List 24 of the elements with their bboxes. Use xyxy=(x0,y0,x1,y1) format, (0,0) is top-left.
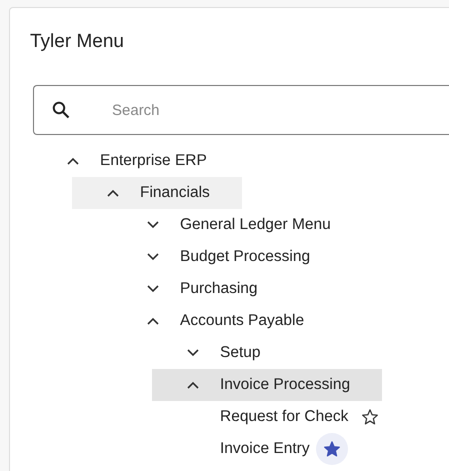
chevron-icon xyxy=(147,253,159,261)
chevron-icon xyxy=(67,157,79,165)
tree-item[interactable]: Setup xyxy=(152,337,293,369)
filled-star-icon xyxy=(322,440,341,458)
chevron-icon xyxy=(147,221,159,229)
chevron-icon xyxy=(147,317,159,325)
search-icon xyxy=(52,101,70,119)
chevron-icon xyxy=(187,349,199,357)
search-field[interactable]: Search xyxy=(33,85,449,135)
chevron-icon xyxy=(187,381,199,389)
tree-item[interactable]: Enterprise ERP xyxy=(32,145,239,177)
tree-item[interactable]: Invoice Entry xyxy=(152,433,380,465)
tree-item[interactable]: Accounts Payable xyxy=(112,305,336,337)
tree-item[interactable]: General Ledger Menu xyxy=(112,209,363,241)
panel-title: Tyler Menu xyxy=(30,30,125,54)
tree-item[interactable]: Financials xyxy=(72,177,242,209)
tree-item[interactable]: Request for Check xyxy=(152,401,418,433)
favorite-button[interactable] xyxy=(316,433,348,465)
chevron-icon xyxy=(147,285,159,293)
tree-item[interactable]: Budget Processing xyxy=(112,241,342,273)
tree-item[interactable]: Invoice Processing xyxy=(152,369,382,401)
star-outline-icon xyxy=(361,408,380,426)
tree-item[interactable]: Purchasing xyxy=(112,273,290,305)
chevron-icon xyxy=(107,189,119,197)
